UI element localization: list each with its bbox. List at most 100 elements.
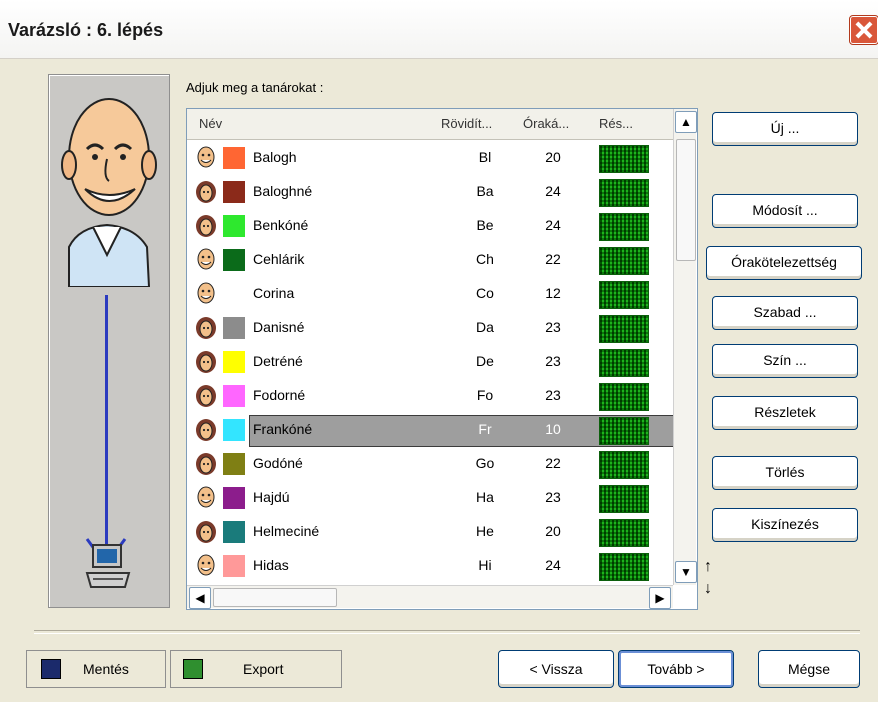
female-teacher-icon	[196, 215, 216, 237]
teacher-name: Hidas	[253, 557, 289, 573]
scroll-thumb[interactable]	[676, 139, 696, 261]
teacher-hours: 22	[545, 251, 561, 267]
table-row[interactable]: Hajdú Ha 23	[187, 481, 673, 515]
prompt-label: Adjuk meg a tanárokat :	[186, 80, 324, 95]
move-up-icon[interactable]: ↑	[704, 556, 720, 578]
teacher-name: Benkóné	[253, 217, 309, 233]
close-icon[interactable]	[850, 16, 878, 44]
table-row[interactable]: Baloghné Ba 24	[187, 175, 673, 209]
table-row[interactable]: Helmeciné He 20	[187, 515, 673, 549]
scroll-right-icon[interactable]: ▶	[649, 587, 671, 609]
hscroll-thumb[interactable]	[213, 588, 337, 607]
delete-button[interactable]: Törlés	[712, 456, 858, 490]
detail-grid-icon	[599, 553, 649, 581]
title-bar: Varázsló : 6. lépés	[0, 0, 878, 59]
table-row[interactable]: Danisné Da 23	[187, 311, 673, 345]
horizontal-scrollbar[interactable]: ◀ ▶	[187, 585, 673, 609]
window-title: Varázsló : 6. lépés	[8, 20, 164, 40]
free-button[interactable]: Szabad ...	[712, 296, 858, 330]
down-arrow-icon	[105, 295, 108, 557]
excel-icon	[183, 659, 203, 679]
table-row[interactable]: Fodorné Fo 23	[187, 379, 673, 413]
column-hours-header[interactable]: Óraká...	[523, 116, 569, 131]
teacher-hours: 24	[545, 557, 561, 573]
teacher-abbreviation: Fo	[476, 387, 494, 403]
teacher-hours: 23	[545, 387, 561, 403]
table-row[interactable]: Benkóné Be 24	[187, 209, 673, 243]
scroll-up-icon[interactable]: ▲	[675, 111, 697, 133]
export-label: Export	[243, 661, 284, 677]
color-swatch	[223, 453, 245, 475]
new-button[interactable]: Új ...	[712, 112, 858, 146]
female-teacher-icon	[196, 317, 216, 339]
column-abbr-header[interactable]: Rövidít...	[441, 116, 492, 131]
modify-button[interactable]: Módosít ...	[712, 194, 858, 228]
table-row[interactable]: Detréné De 23	[187, 345, 673, 379]
teacher-name: Godóné	[253, 455, 303, 471]
teacher-hours: 23	[545, 353, 561, 369]
male-teacher-icon	[197, 248, 215, 270]
save-label: Mentés	[83, 661, 129, 677]
column-name-header[interactable]: Név	[199, 116, 222, 131]
detail-grid-icon	[599, 315, 649, 343]
table-row[interactable]: Balogh Bl 20	[187, 141, 673, 175]
teacher-abbreviation: Ba	[476, 183, 494, 199]
table-row[interactable]: Frankóné Fr 10	[187, 413, 675, 447]
table-row[interactable]: Cehlárik Ch 22	[187, 243, 673, 277]
table-row[interactable]: Hidas Hi 24	[187, 549, 673, 583]
details-button[interactable]: Részletek	[712, 396, 858, 430]
male-teacher-icon	[197, 554, 215, 576]
teacher-abbreviation: Go	[475, 455, 495, 471]
detail-grid-icon	[599, 417, 649, 445]
cancel-button[interactable]: Mégse	[758, 650, 860, 688]
color-swatch	[223, 317, 245, 339]
save-button[interactable]: Mentés	[26, 650, 166, 688]
teacher-hours: 10	[545, 421, 561, 437]
export-button[interactable]: Export	[170, 650, 342, 688]
color-swatch	[223, 555, 245, 577]
detail-grid-icon	[599, 145, 649, 173]
move-down-icon[interactable]: ↓	[704, 578, 720, 600]
teacher-abbreviation: De	[476, 353, 494, 369]
table-row[interactable]: Godóné Go 22	[187, 447, 673, 481]
teacher-abbreviation: Ch	[476, 251, 494, 267]
teacher-hours: 20	[545, 149, 561, 165]
teacher-name: Fodorné	[253, 387, 306, 403]
teacher-name: Hajdú	[253, 489, 290, 505]
female-teacher-icon	[196, 181, 216, 203]
sort-arrows: ↑ ↓	[704, 556, 720, 606]
teacher-abbreviation: Fr	[478, 421, 492, 437]
obligation-button[interactable]: Órakötelezettség	[706, 246, 862, 280]
teacher-hours: 12	[545, 285, 561, 301]
color-swatch	[223, 249, 245, 271]
detail-grid-icon	[599, 281, 649, 309]
male-teacher-icon	[197, 282, 215, 304]
color-swatch	[223, 419, 245, 441]
teacher-hours: 20	[545, 523, 561, 539]
teacher-hours: 23	[545, 489, 561, 505]
teacher-name: Cehlárik	[253, 251, 305, 267]
detail-grid-icon	[599, 213, 649, 241]
teacher-abbreviation: Ha	[476, 489, 494, 505]
teacher-hours: 24	[545, 217, 561, 233]
wizard-illustration	[48, 74, 170, 608]
color-swatch	[223, 385, 245, 407]
teacher-abbreviation: Da	[476, 319, 494, 335]
detail-grid-icon	[599, 349, 649, 377]
table-row[interactable]: Corina Co 12	[187, 277, 673, 311]
female-teacher-icon	[196, 521, 216, 543]
teacher-list[interactable]: Név Rövidít... Óraká... Rés... Balogh Bl 2…	[186, 108, 698, 610]
face-illustration-icon	[61, 98, 157, 287]
scroll-down-icon[interactable]: ▼	[675, 561, 697, 583]
detail-grid-icon	[599, 179, 649, 207]
vertical-scrollbar[interactable]: ▲ ▼	[673, 109, 697, 585]
color-button[interactable]: Szín ...	[712, 344, 858, 378]
scroll-left-icon[interactable]: ◀	[189, 587, 211, 609]
male-teacher-icon	[197, 486, 215, 508]
color-swatch	[223, 181, 245, 203]
colorize-button[interactable]: Kiszínezés	[712, 508, 858, 542]
teacher-name: Corina	[253, 285, 295, 301]
next-button[interactable]: Tovább >	[618, 650, 734, 688]
back-button[interactable]: < Vissza	[498, 650, 614, 688]
column-detail-header[interactable]: Rés...	[599, 116, 633, 131]
